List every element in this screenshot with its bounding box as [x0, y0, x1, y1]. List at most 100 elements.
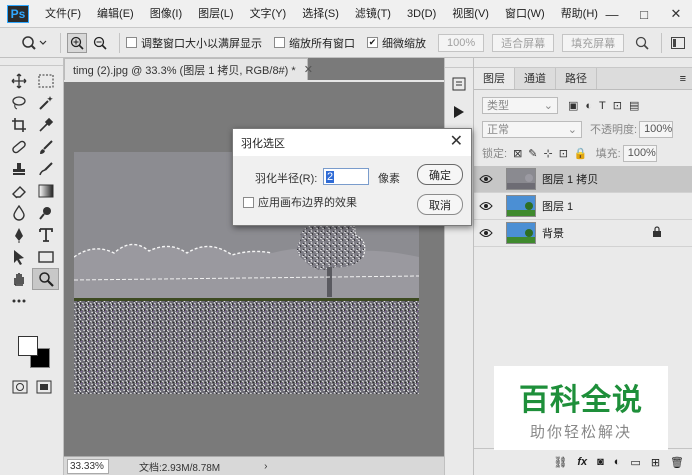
feather-selection-dialog: 羽化选区 ✕ 羽化半径(R): 2 像素 应用画布边界的效果 确定 取消 [232, 128, 472, 226]
type-tool[interactable] [32, 224, 59, 246]
dodge-tool[interactable] [32, 202, 59, 224]
menu-file[interactable]: 文件(F) [37, 0, 89, 28]
scrubby-zoom-option[interactable]: ✔ 细微缩放 [367, 35, 426, 51]
close-icon[interactable]: ✕ [450, 133, 463, 151]
opacity-field[interactable]: 100% [639, 120, 674, 138]
eraser-tool[interactable] [5, 180, 32, 202]
workspace-button[interactable] [668, 33, 688, 53]
resize-windows-option[interactable]: 调整窗口大小以满屏显示 [126, 35, 262, 51]
scrubby-zoom-label: 细微缩放 [382, 37, 426, 50]
hand-tool[interactable] [5, 268, 32, 290]
tab-layers[interactable]: 图层 [474, 68, 515, 89]
mid-grip[interactable] [445, 58, 473, 68]
menu-image[interactable]: 图像(I) [142, 0, 190, 28]
zoom-tool[interactable] [32, 268, 59, 290]
search-icon [635, 36, 649, 50]
zoom-level-field[interactable]: 33.33% [67, 458, 109, 474]
quick-mask-button[interactable] [12, 380, 28, 397]
tools-grip[interactable] [0, 58, 63, 66]
eyedropper-tool[interactable] [32, 114, 59, 136]
lasso-tool[interactable] [5, 92, 32, 114]
blur-tool[interactable] [5, 202, 32, 224]
actions-panel-button[interactable] [445, 100, 473, 124]
fit-screen-button[interactable]: 适合屏幕 [492, 33, 555, 52]
blend-mode-select[interactable]: 正常 ⌄ [482, 120, 582, 138]
menu-layer[interactable]: 图层(L) [190, 0, 241, 28]
panel-grip[interactable] [474, 58, 692, 68]
panel-menu-icon[interactable]: ≡ [597, 68, 692, 89]
lock-icons[interactable]: ⊠✎⊹⊡🔒 [513, 147, 594, 160]
cancel-button[interactable]: 取消 [417, 194, 463, 215]
healing-brush-tool[interactable] [5, 136, 32, 158]
magic-wand-tool[interactable] [32, 92, 59, 114]
gradient-tool[interactable] [32, 180, 59, 202]
zoom-out-icon [93, 36, 107, 50]
tab-paths[interactable]: 路径 [556, 68, 597, 89]
eye-icon[interactable] [474, 228, 498, 238]
dialog-titlebar[interactable]: 羽化选区 ✕ [233, 129, 471, 156]
menu-select[interactable]: 选择(S) [294, 0, 347, 28]
zoom-in-button[interactable] [67, 32, 87, 53]
new-layer-icon[interactable]: ⊞ [651, 456, 660, 469]
ok-button[interactable]: 确定 [417, 164, 463, 185]
document-tab[interactable]: timg (2).jpg @ 33.3% (图层 1 拷贝, RGB/8#) *… [64, 58, 313, 80]
folder-icon[interactable]: ▭ [630, 456, 640, 469]
zoom-all-option[interactable]: 缩放所有窗口 [274, 35, 355, 51]
menu-window[interactable]: 窗口(W) [497, 0, 553, 28]
fx-icon[interactable]: fx [577, 456, 587, 468]
scrubby-zoom-checkbox[interactable]: ✔ [367, 37, 378, 48]
layer-filter-select[interactable]: 类型 ⌄ [482, 96, 558, 114]
fill-field[interactable]: 100% [622, 144, 657, 162]
apply-canvas-bounds-option[interactable]: 应用画布边界的效果 [243, 194, 357, 210]
fill-screen-button[interactable]: 填充屏幕 [562, 33, 625, 52]
feather-radius-input[interactable]: 2 [323, 168, 369, 185]
minimize-button[interactable]: — [596, 0, 628, 28]
layer-row[interactable]: 图层 1 拷贝 [474, 166, 692, 193]
tab-channels[interactable]: 通道 [515, 68, 556, 89]
resize-windows-checkbox[interactable] [126, 37, 137, 48]
marquee-tool[interactable] [32, 70, 59, 92]
more-tools[interactable] [5, 290, 32, 312]
adjustment-icon[interactable]: ◐ [614, 456, 621, 468]
zoom-all-checkbox[interactable] [274, 37, 285, 48]
zoom-out-button[interactable] [90, 33, 110, 53]
zoom-in-icon [70, 36, 84, 50]
path-selection-tool[interactable] [5, 246, 32, 268]
crop-tool[interactable] [5, 114, 32, 136]
rectangle-tool[interactable] [32, 246, 59, 268]
apply-canvas-bounds-checkbox[interactable] [243, 196, 254, 208]
screen-mode-button[interactable] [36, 380, 52, 397]
layer-row[interactable]: 图层 1 [474, 193, 692, 220]
history-brush-tool[interactable] [32, 158, 59, 180]
filter-icons[interactable]: ▣◐T⊡▤ [568, 99, 646, 112]
history-panel-button[interactable] [445, 72, 473, 96]
maximize-button[interactable]: □ [628, 0, 660, 28]
close-tab-icon[interactable]: ✕ [304, 63, 313, 76]
pen-tool[interactable] [5, 224, 32, 246]
menu-3d[interactable]: 3D(D) [399, 0, 444, 28]
layer-row[interactable]: 背景 [474, 220, 692, 247]
move-icon [11, 73, 26, 89]
link-icon[interactable]: ⛓ [553, 456, 567, 469]
trash-icon[interactable]: 🗑 [670, 456, 684, 469]
menu-edit[interactable]: 编辑(E) [89, 0, 142, 28]
radius-unit-label: 像素 [378, 173, 400, 185]
zoom-100-button[interactable]: 100% [438, 33, 485, 52]
mask-icon[interactable]: ◙ [597, 456, 604, 468]
tool-preset-picker[interactable] [14, 31, 54, 55]
history-icon [452, 77, 466, 91]
eye-icon[interactable] [474, 201, 498, 211]
move-tool[interactable] [5, 70, 32, 92]
brush-icon [39, 140, 53, 154]
close-window-button[interactable]: ✕ [660, 0, 692, 28]
search-button[interactable] [632, 33, 652, 53]
menu-filter[interactable]: 滤镜(T) [347, 0, 399, 28]
fill-label: 填充: [595, 148, 621, 160]
menu-type[interactable]: 文字(Y) [242, 0, 295, 28]
status-menu-arrow-icon[interactable]: › [264, 461, 267, 472]
eye-icon[interactable] [474, 174, 498, 184]
clone-stamp-tool[interactable] [5, 158, 32, 180]
foreground-color[interactable] [18, 336, 38, 356]
brush-tool[interactable] [32, 136, 59, 158]
menu-view[interactable]: 视图(V) [444, 0, 497, 28]
